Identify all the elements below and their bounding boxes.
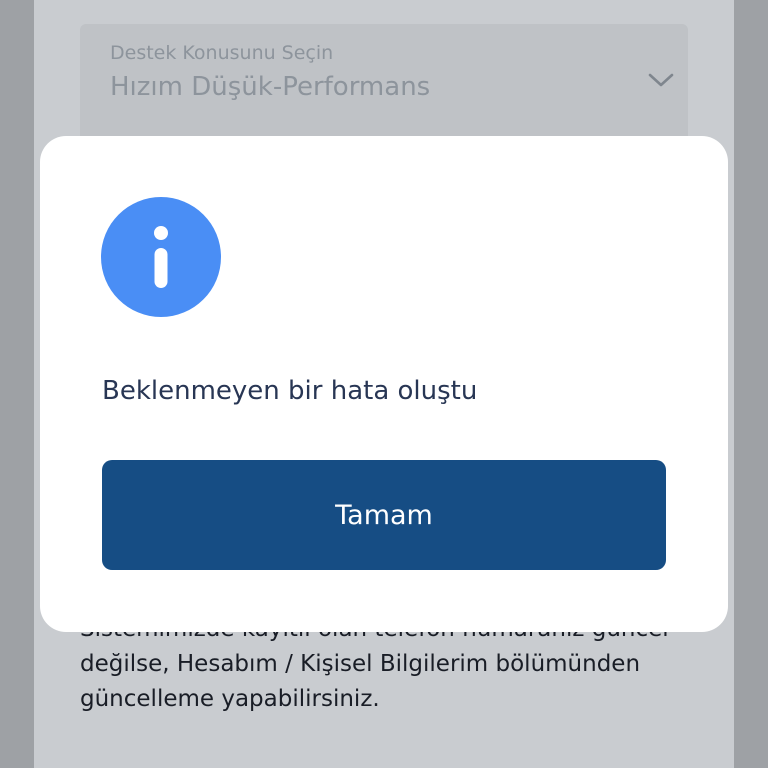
info-icon — [101, 197, 221, 317]
error-message: Beklenmeyen bir hata oluştu — [102, 376, 478, 406]
chevron-down-icon[interactable] — [648, 70, 674, 90]
left-edge — [0, 0, 34, 768]
support-topic-value: Hızım Düşük-Performans — [110, 72, 431, 102]
error-dialog: Beklenmeyen bir hata oluştu Tamam — [40, 136, 728, 632]
right-edge — [734, 0, 768, 768]
info-line: değilse, Hesabım / Kişisel Bilgilerim bö… — [80, 651, 641, 677]
info-line: güncelleme yapabilirsiniz. — [80, 686, 380, 712]
support-topic-label: Destek Konusunu Seçin — [110, 42, 334, 64]
ok-button[interactable]: Tamam — [102, 460, 666, 570]
screen: Destek Konusunu Seçin Hızım Düşük-Perfor… — [0, 0, 768, 768]
